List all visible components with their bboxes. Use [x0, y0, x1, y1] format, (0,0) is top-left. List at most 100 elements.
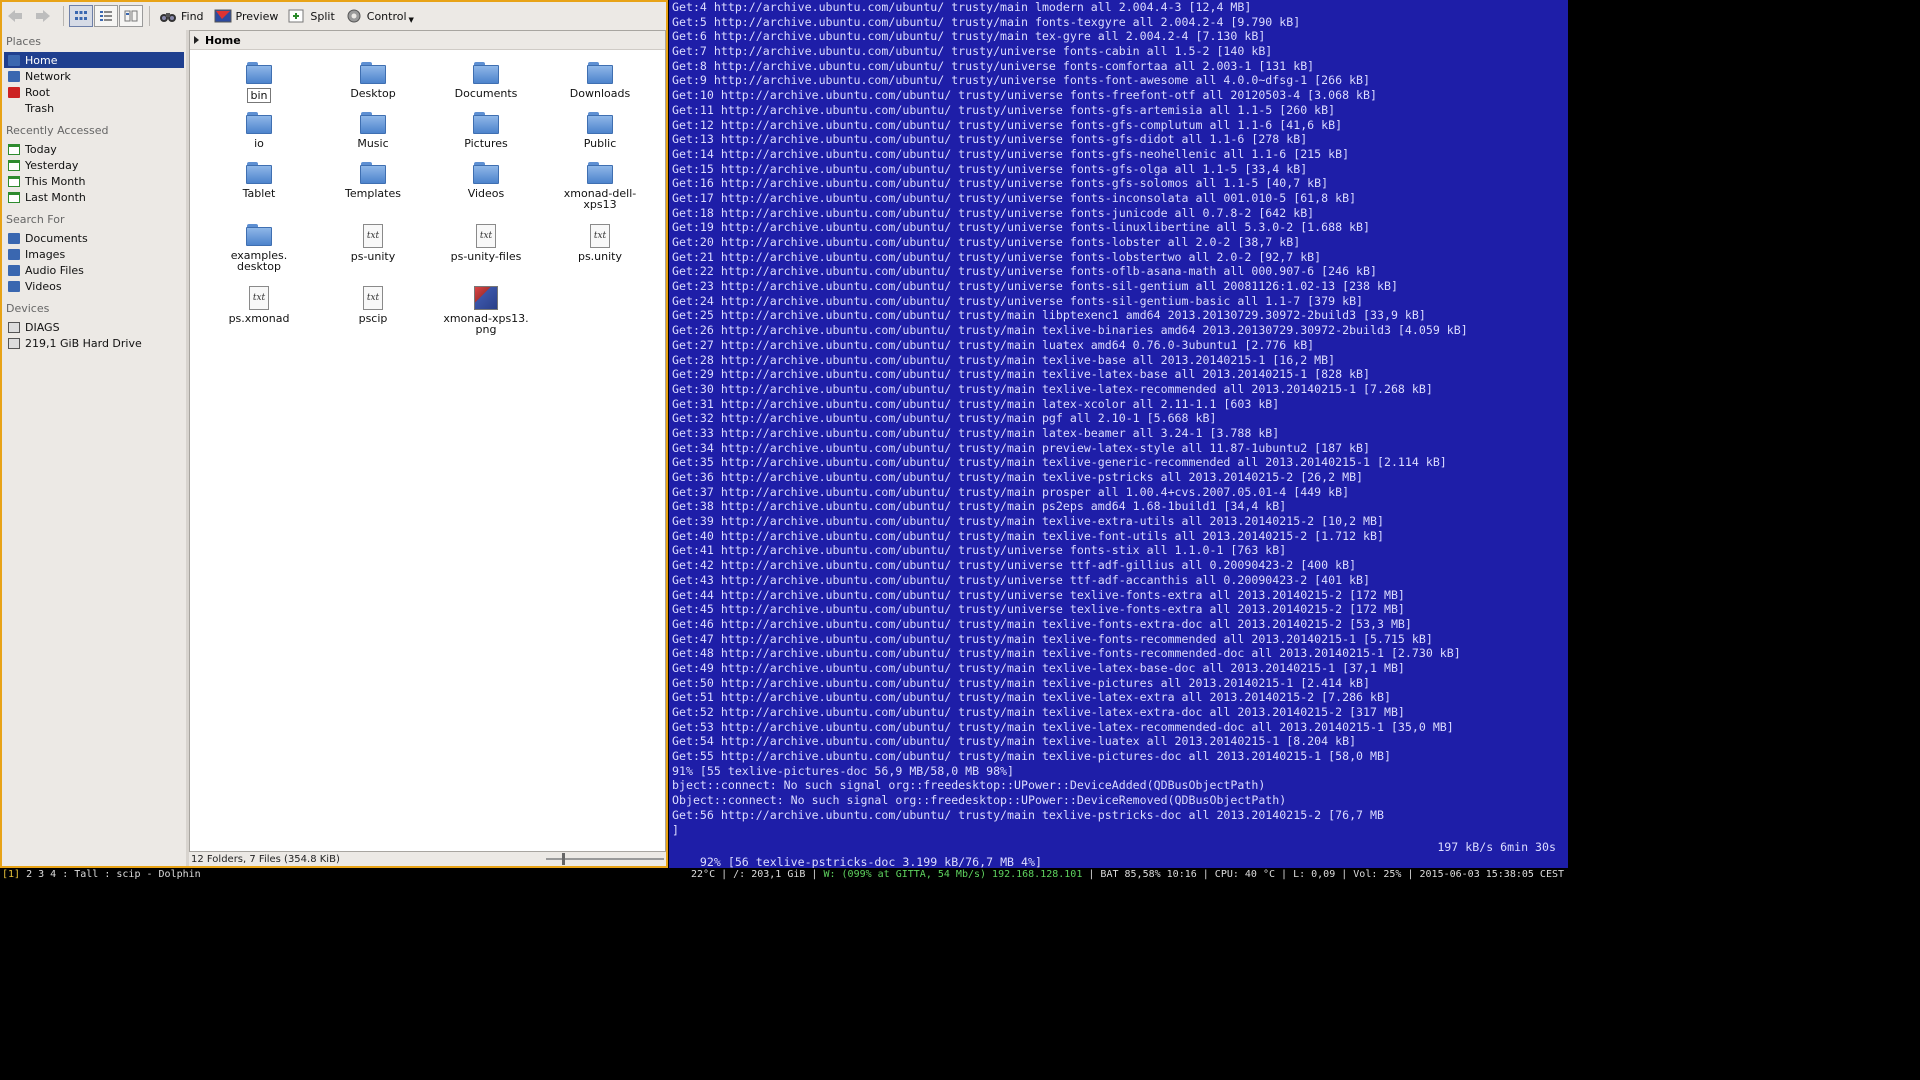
forward-button[interactable] — [30, 4, 56, 28]
toolbar: Find Preview Split Control ▼ — [2, 2, 666, 30]
file-item[interactable]: txt ps-unity-files — [431, 224, 541, 262]
status-text: 12 Folders, 7 Files (354.8 KiB) — [191, 853, 340, 865]
terminal-line: 91% [55 texlive-pictures-doc 56,9 MB/58,… — [672, 763, 1015, 778]
file-item[interactable]: Pictures — [431, 112, 541, 149]
file-name: Tablet — [242, 187, 276, 200]
places-item-trash[interactable]: Trash — [4, 100, 184, 116]
file-item[interactable]: txt ps-unity — [318, 224, 428, 262]
system-info: 22°C | /: 203,1 GiB | W: (099% at GITTA,… — [691, 868, 1564, 882]
terminal-line: Get:54 http://archive.ubuntu.com/ubuntu/… — [672, 734, 1357, 749]
places-item-diags[interactable]: DIAGS — [4, 319, 184, 335]
file-item[interactable]: Downloads — [545, 62, 655, 99]
drive-icon — [8, 321, 20, 333]
places-item-audio-files[interactable]: Audio Files — [4, 262, 184, 278]
places-item-label: Home — [25, 53, 58, 67]
places-item-today[interactable]: Today — [4, 141, 184, 157]
file-item[interactable]: Templates — [318, 162, 428, 199]
places-panel: Places Home Network Root Trash Recently Acces… — [2, 30, 186, 866]
breadcrumb-arrow-icon — [194, 36, 199, 44]
places-item-home[interactable]: Home — [4, 52, 184, 68]
file-item[interactable]: io — [204, 112, 314, 149]
preview-label: Preview — [235, 9, 279, 23]
terminal-line: Get:29 http://archive.ubuntu.com/ubuntu/… — [672, 367, 1371, 382]
file-item[interactable]: txt ps.unity — [545, 224, 655, 262]
documents-icon — [8, 232, 20, 244]
file-item[interactable]: examples. desktop — [204, 224, 314, 272]
terminal-line: Get:21 http://archive.ubuntu.com/ubuntu/… — [672, 249, 1322, 264]
terminal-line: Get:7 http://archive.ubuntu.com/ubuntu/ … — [672, 44, 1273, 59]
folder-icon — [473, 112, 499, 134]
status-bar: 12 Folders, 7 Files (354.8 KiB) — [189, 852, 666, 866]
places-item-root[interactable]: Root — [4, 84, 184, 100]
folder-icon — [246, 162, 272, 184]
places-item-images[interactable]: Images — [4, 246, 184, 262]
places-item-documents[interactable]: Documents — [4, 230, 184, 246]
progress-text: 92% [56 texlive-pstricks-doc 3.199 kB/76… — [699, 854, 1042, 868]
back-button[interactable] — [2, 4, 28, 28]
columns-view-button[interactable] — [119, 5, 143, 27]
terminal-line: Get:28 http://archive.ubuntu.com/ubuntu/… — [672, 352, 1336, 367]
file-item[interactable]: Public — [545, 112, 655, 149]
file-item[interactable]: txt ps.xmonad — [204, 286, 314, 324]
image-file-icon — [474, 286, 498, 310]
places-item-219-1-gib-hard-drive[interactable]: 219,1 GiB Hard Drive — [4, 335, 184, 351]
terminal-line: Get:41 http://archive.ubuntu.com/ubuntu/… — [672, 543, 1287, 558]
breadcrumb[interactable]: Home — [190, 31, 665, 50]
file-item[interactable]: bin — [204, 62, 314, 103]
details-view-button[interactable] — [94, 5, 118, 27]
icons-view-icon — [75, 11, 87, 20]
control-button[interactable]: Control ▼ — [341, 4, 418, 28]
file-item[interactable]: Music — [318, 112, 428, 149]
terminal-window[interactable]: Get:4 http://archive.ubuntu.com/ubuntu/ … — [669, 0, 1568, 868]
toolbar-separator — [149, 6, 150, 26]
file-item[interactable]: Desktop — [318, 62, 428, 99]
file-name: Downloads — [569, 87, 631, 100]
zoom-slider[interactable] — [546, 853, 664, 865]
folder-icon — [587, 62, 613, 84]
terminal-line: Get:36 http://archive.ubuntu.com/ubuntu/… — [672, 470, 1364, 484]
file-item[interactable]: txt pscip — [318, 286, 428, 324]
terminal-line: ] — [672, 822, 679, 837]
terminal-line: Get:23 http://archive.ubuntu.com/ubuntu/… — [672, 279, 1398, 294]
terminal-progress-line: 92% [56 texlive-pstricks-doc 3.199 kB/76… — [672, 840, 1556, 868]
find-button[interactable]: Find — [155, 4, 208, 28]
file-item[interactable]: Videos — [431, 162, 541, 199]
file-item[interactable]: Tablet — [204, 162, 314, 199]
calendar-icon — [8, 143, 20, 155]
file-item[interactable]: xmonad-dell- xps13 — [545, 162, 655, 210]
zoom-slider-handle[interactable] — [562, 853, 565, 865]
icons-view-button[interactable] — [69, 5, 93, 27]
terminal-line: Get:18 http://archive.ubuntu.com/ubuntu/… — [672, 205, 1315, 220]
file-name: pscip — [358, 312, 388, 325]
places-section-header: Devices — [6, 302, 50, 315]
places-item-label: Last Month — [25, 190, 86, 204]
file-name: Music — [357, 137, 389, 150]
folder-icon — [587, 162, 613, 184]
places-item-network[interactable]: Network — [4, 68, 184, 84]
breadcrumb-home[interactable]: Home — [205, 34, 241, 47]
terminal-line: Get:17 http://archive.ubuntu.com/ubuntu/… — [672, 190, 1357, 205]
trash-icon — [8, 103, 20, 114]
active-workspace[interactable]: [1] — [2, 869, 20, 880]
file-name: ps.unity — [577, 250, 623, 263]
file-item[interactable]: Documents — [431, 62, 541, 99]
places-item-yesterday[interactable]: Yesterday — [4, 157, 184, 173]
file-name: ps.xmonad — [228, 312, 290, 325]
file-item[interactable]: xmonad-xps13. png — [431, 286, 541, 335]
preview-button[interactable]: Preview — [210, 4, 283, 28]
places-item-label: Yesterday — [25, 158, 79, 172]
places-item-label: Trash — [25, 101, 55, 115]
videos-icon — [8, 280, 20, 292]
terminal-line: Get:11 http://archive.ubuntu.com/ubuntu/… — [672, 102, 1336, 117]
file-name: io — [254, 137, 264, 150]
terminal-line: Get:25 http://archive.ubuntu.com/ubuntu/… — [672, 308, 1426, 323]
terminal-output: Get:4 http://archive.ubuntu.com/ubuntu/ … — [669, 0, 1568, 837]
terminal-line: Get:24 http://archive.ubuntu.com/ubuntu/… — [672, 293, 1364, 308]
terminal-line: Get:39 http://archive.ubuntu.com/ubuntu/… — [672, 514, 1384, 529]
split-button[interactable]: Split — [284, 4, 338, 28]
places-item-label: This Month — [25, 174, 86, 188]
places-item-videos[interactable]: Videos — [4, 278, 184, 294]
places-item-last-month[interactable]: Last Month — [4, 189, 184, 205]
places-item-this-month[interactable]: This Month — [4, 173, 184, 189]
back-arrow-icon — [8, 10, 22, 22]
